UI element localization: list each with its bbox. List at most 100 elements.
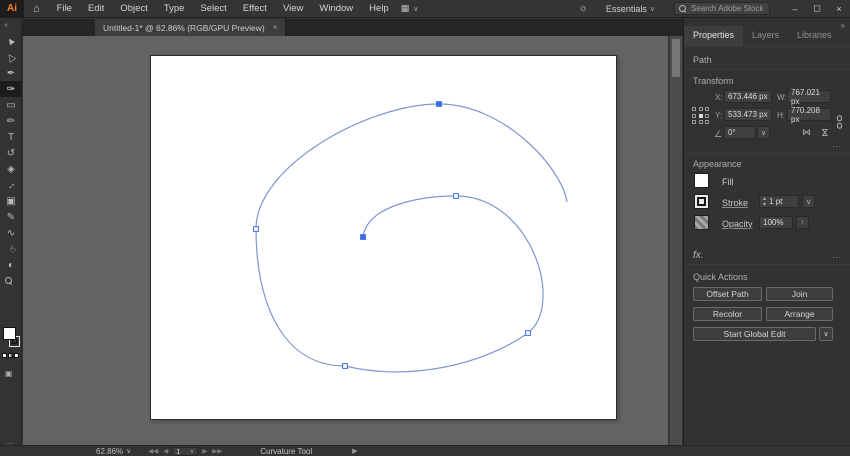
opacity-swatch[interactable]	[694, 215, 709, 230]
anchor-point-selected[interactable]	[361, 235, 366, 240]
prev-artboard-icon[interactable]: ◀	[163, 447, 168, 455]
panel-tab-layers[interactable]: Layers	[743, 26, 788, 46]
toolbar-collapse-icon[interactable]: «	[4, 22, 8, 29]
artboard-dropdown-chevron[interactable]: ∨	[190, 448, 194, 455]
anchor-point[interactable]	[454, 194, 459, 199]
panel-tab-properties[interactable]: Properties	[684, 26, 743, 46]
rotate-input[interactable]: 0°	[724, 126, 756, 139]
rectangle-tool[interactable]: ▭	[0, 97, 22, 113]
menu-window[interactable]: Window	[311, 0, 361, 18]
transform-more-options-icon[interactable]: ...	[832, 140, 842, 149]
reference-point-dot[interactable]	[692, 114, 696, 118]
x-input[interactable]: 673.446 px	[724, 90, 772, 103]
menu-object[interactable]: Object	[112, 0, 155, 18]
menu-effect[interactable]: Effect	[235, 0, 275, 18]
fill-swatch[interactable]	[694, 173, 709, 188]
arrange-button[interactable]: Arrange	[766, 307, 833, 321]
status-expand-icon[interactable]: ▶	[352, 447, 357, 455]
w-input[interactable]: 767.021 px	[787, 90, 831, 103]
reference-point-dot[interactable]	[699, 114, 703, 118]
stroke-link[interactable]: Stroke	[722, 198, 748, 208]
opacity-link[interactable]: Opacity	[722, 219, 753, 229]
panel-tab-libraries[interactable]: Libraries	[788, 26, 841, 46]
spiral-curve[interactable]	[256, 104, 567, 372]
opacity-input[interactable]: 100%	[759, 216, 793, 229]
stepper-arrows-icon[interactable]: ▴▾	[763, 196, 766, 208]
last-artboard-icon[interactable]: ▶▶	[212, 447, 222, 455]
reference-point-locator[interactable]	[692, 107, 711, 126]
h-input[interactable]: 770.208 px	[787, 108, 831, 121]
zoom-tool[interactable]	[0, 273, 22, 289]
next-artboard-icon[interactable]: ▶	[202, 447, 207, 455]
artboard-navigation-field[interactable]: 1 ∨	[172, 447, 198, 456]
canvas-pasteboard[interactable]	[23, 36, 668, 445]
curvature-tool[interactable]: ✑	[0, 81, 22, 97]
close-button[interactable]: ×	[828, 0, 850, 18]
tab-close-icon[interactable]: ×	[273, 23, 278, 32]
recolor-button[interactable]: Recolor	[693, 307, 762, 321]
blend-tool[interactable]: ∿	[0, 225, 22, 241]
global-edit-dropdown-chevron[interactable]: ∨	[819, 327, 833, 341]
reference-point-dot[interactable]	[705, 107, 709, 111]
join-button[interactable]: Join	[766, 287, 833, 301]
start-global-edit-button[interactable]: Start Global Edit	[693, 327, 816, 341]
vertical-scrollbar[interactable]	[669, 36, 682, 445]
flip-vertical-icon[interactable]: ⋈	[819, 128, 830, 137]
type-tool[interactable]: T	[0, 129, 22, 145]
restore-button[interactable]: ◻	[806, 0, 828, 18]
draw-mode-icon[interactable]: ▣	[5, 369, 13, 378]
adobe-stock-search-input[interactable]: Search Adobe Stock	[674, 2, 770, 15]
app-logo[interactable]: Ai	[0, 0, 24, 18]
fill-color-proxy[interactable]	[3, 327, 16, 340]
zoom-level-value[interactable]: 62.86%	[96, 447, 123, 456]
pencil-tool[interactable]: ✏	[0, 113, 22, 129]
none-swatch[interactable]	[14, 353, 19, 358]
menu-edit[interactable]: Edit	[80, 0, 112, 18]
stroke-swatch[interactable]	[694, 194, 709, 209]
spiral-path[interactable]	[23, 36, 668, 445]
rotate-tool[interactable]: ↺	[0, 145, 22, 161]
shape-builder-tool[interactable]: ◈	[0, 161, 22, 177]
rotate-view-tool[interactable]: ◐	[0, 257, 22, 273]
reference-point-dot[interactable]	[705, 120, 709, 124]
menu-type[interactable]: Type	[156, 0, 193, 18]
pen-tool[interactable]: ✒	[0, 65, 22, 81]
menu-help[interactable]: Help	[361, 0, 397, 18]
minimize-button[interactable]: –	[784, 0, 806, 18]
discover-lightbulb-icon[interactable]: ☼	[579, 3, 588, 14]
home-icon[interactable]: ⌂	[24, 3, 49, 15]
workspace-grid-icon[interactable]: ▦∨	[401, 3, 423, 14]
reference-point-dot[interactable]	[699, 120, 703, 124]
reference-point-dot[interactable]	[692, 120, 696, 124]
reference-point-dot[interactable]	[699, 107, 703, 111]
artboard-tool[interactable]: ▣	[0, 193, 22, 209]
y-input[interactable]: 533.473 px	[724, 108, 772, 121]
anchor-point[interactable]	[254, 227, 259, 232]
stroke-weight-stepper[interactable]: ▴▾ 1 pt	[759, 195, 799, 208]
offset-path-button[interactable]: Offset Path	[693, 287, 762, 301]
workspace-switcher[interactable]: Essentials ∨	[606, 4, 658, 14]
reference-point-dot[interactable]	[692, 107, 696, 111]
eyedropper-tool[interactable]: ✎	[0, 209, 22, 225]
zoom-dropdown-chevron[interactable]: ∨	[126, 447, 131, 455]
scale-tool[interactable]: ↔	[0, 177, 22, 193]
hand-tool[interactable]: ☜	[0, 241, 22, 257]
flip-horizontal-icon[interactable]: ⋈	[802, 127, 811, 138]
menu-view[interactable]: View	[275, 0, 311, 18]
anchor-point[interactable]	[343, 364, 348, 369]
stroke-weight-dropdown-chevron[interactable]: ∨	[802, 195, 815, 208]
document-tab[interactable]: Untitled-1* @ 62.86% (RGB/GPU Preview) ×	[95, 19, 286, 36]
anchor-point-selected[interactable]	[437, 102, 442, 107]
appearance-more-options-icon[interactable]: ...	[832, 251, 842, 260]
anchor-point[interactable]	[526, 331, 531, 336]
constrain-proportions-icon[interactable]	[834, 115, 845, 131]
color-swatch[interactable]	[2, 353, 7, 358]
selection-tool[interactable]: ▲	[0, 33, 22, 49]
gradient-swatch[interactable]	[8, 353, 13, 358]
reference-point-dot[interactable]	[705, 114, 709, 118]
menu-file[interactable]: File	[49, 0, 80, 18]
scrollbar-thumb[interactable]	[672, 39, 680, 77]
rotate-dropdown-chevron[interactable]: ∨	[757, 126, 770, 139]
effects-fx-icon[interactable]: fx.	[693, 250, 704, 261]
opacity-options-chevron[interactable]: ›	[796, 216, 809, 229]
